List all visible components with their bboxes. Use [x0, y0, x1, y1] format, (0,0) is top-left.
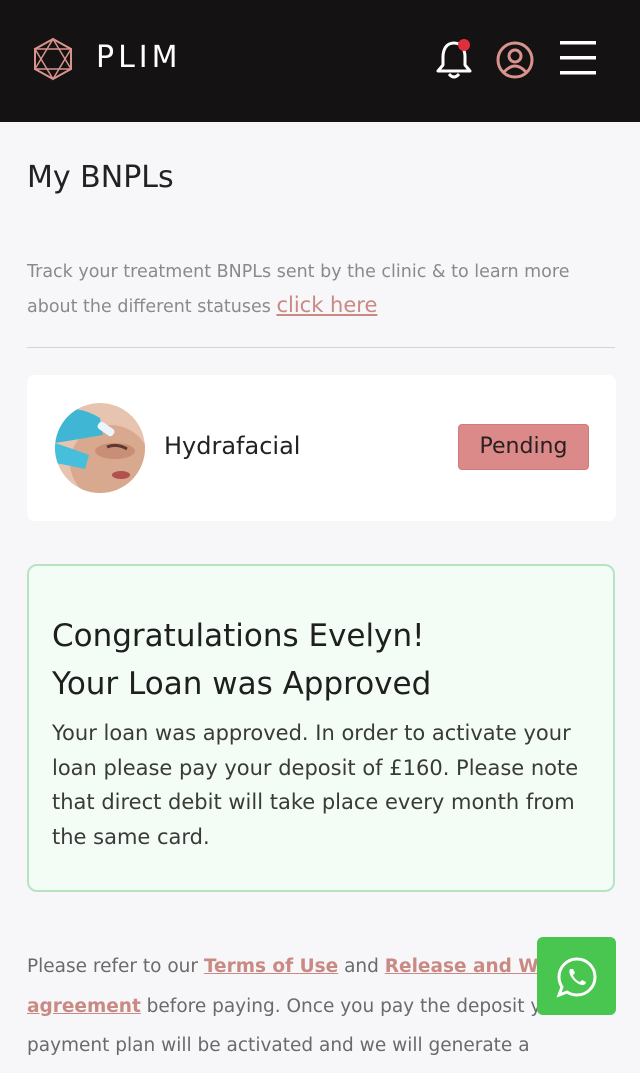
notification-dot — [458, 39, 470, 51]
terms-of-use-link[interactable]: Terms of Use — [204, 956, 338, 977]
treatment-image — [55, 403, 145, 493]
terms-prefix: Please refer to our — [27, 956, 204, 977]
intro-text: Track your treatment BNPLs sent by the c… — [27, 256, 607, 324]
approved-message: Your loan was approved. In order to acti… — [52, 721, 579, 849]
profile-icon[interactable] — [495, 40, 535, 80]
top-bar: PLIM — [0, 0, 640, 122]
divider — [27, 347, 615, 348]
menu-icon[interactable] — [558, 38, 598, 78]
whatsapp-button[interactable] — [537, 937, 616, 1015]
treatment-card[interactable]: Hydrafacial Pending — [27, 375, 616, 521]
approved-heading-line2: Your Loan was Approved — [52, 666, 432, 702]
whatsapp-icon — [556, 957, 597, 998]
payment-terms-text: Please refer to our Terms of Use and Rel… — [27, 947, 617, 1066]
click-here-link[interactable]: click here — [276, 293, 377, 317]
page-title: My BNPLs — [27, 160, 174, 195]
terms-and: and — [338, 956, 385, 977]
approved-heading-line1: Congratulations Evelyn! — [52, 618, 425, 654]
brand-name[interactable]: PLIM — [96, 40, 182, 75]
hexagon-logo-icon[interactable] — [31, 37, 75, 81]
treatment-name: Hydrafacial — [164, 432, 301, 460]
status-badge: Pending — [458, 424, 589, 470]
approved-heading: Congratulations Evelyn! Your Loan was Ap… — [52, 612, 592, 708]
loan-approved-card: Congratulations Evelyn! Your Loan was Ap… — [27, 564, 615, 892]
